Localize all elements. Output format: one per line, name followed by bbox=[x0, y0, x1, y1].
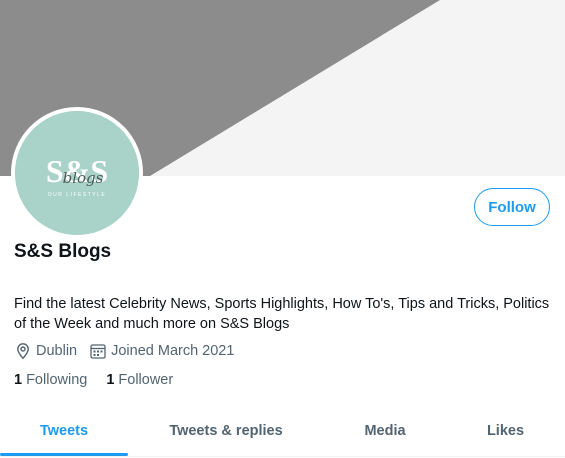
tab-likes[interactable]: Likes bbox=[446, 408, 565, 454]
following-count: 1 bbox=[14, 372, 23, 388]
tab-media[interactable]: Media bbox=[324, 408, 446, 454]
avatar-logo-tagline: OUR LIFESTYLE bbox=[48, 192, 106, 198]
avatar[interactable]: S&S blogs OUR LIFESTYLE bbox=[11, 107, 143, 239]
following-label: Following bbox=[26, 372, 88, 388]
following-link[interactable]: 1 Following bbox=[14, 372, 87, 388]
location-item: Dublin bbox=[14, 342, 77, 360]
avatar-image: S&S blogs OUR LIFESTYLE bbox=[15, 111, 139, 235]
followers-count: 1 bbox=[106, 372, 115, 388]
follow-button[interactable]: Follow bbox=[474, 188, 550, 226]
follow-stats: 1 Following 1 Follower bbox=[14, 372, 192, 388]
tab-tweets-and-replies[interactable]: Tweets & replies bbox=[128, 408, 324, 454]
location-text: Dublin bbox=[36, 343, 78, 359]
tab-tweets[interactable]: Tweets bbox=[0, 408, 128, 456]
profile-bio: Find the latest Celebrity News, Sports H… bbox=[14, 296, 550, 332]
joined-text: Joined March 2021 bbox=[111, 343, 235, 359]
profile-display-name: S&S Blogs bbox=[14, 241, 112, 262]
calendar-icon bbox=[89, 342, 107, 360]
location-pin-icon bbox=[14, 342, 32, 360]
profile-meta: Dublin Joined March 2021 bbox=[14, 342, 246, 360]
joined-item: Joined March 2021 bbox=[89, 342, 234, 360]
followers-link[interactable]: 1 Follower bbox=[106, 372, 173, 388]
avatar-logo-script: blogs bbox=[63, 169, 104, 187]
profile-tabs: Tweets Tweets & replies Media Likes bbox=[0, 408, 565, 457]
followers-label: Follower bbox=[118, 372, 174, 388]
